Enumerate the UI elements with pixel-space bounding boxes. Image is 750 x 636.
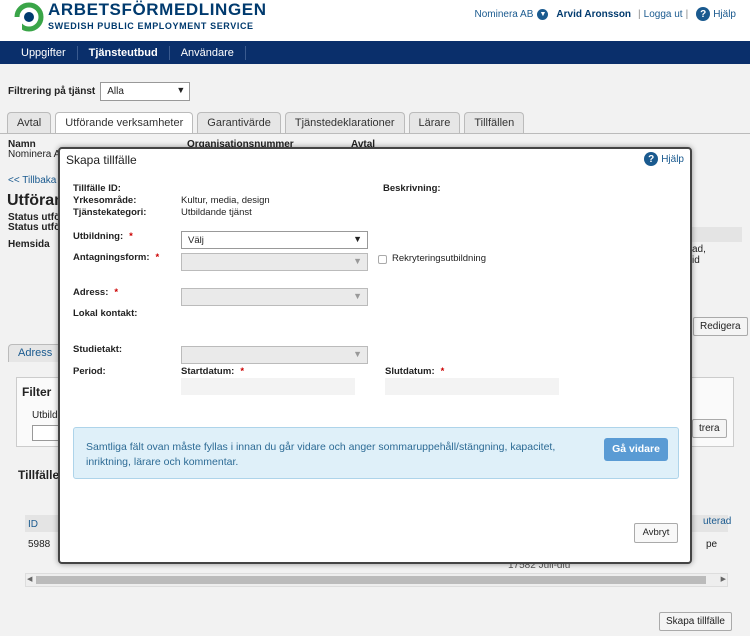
required-marker: * (155, 252, 160, 263)
dropdown-arrow-icon: ▼ (353, 234, 362, 244)
tjanstekategori-value: Utbildande tjänst (181, 207, 252, 218)
tillfalle-id-label: Tillfälle ID: (73, 183, 121, 194)
required-marker: * (240, 366, 245, 377)
antagningsform-select[interactable]: ▼ (181, 253, 368, 271)
dialog-title: Skapa tillfälle (66, 153, 137, 167)
dropdown-arrow-icon: ▼ (353, 256, 362, 266)
required-marker: * (129, 231, 133, 242)
studietakt-label: Studietakt: (73, 344, 123, 355)
dropdown-arrow-icon: ▼ (353, 291, 362, 301)
rekrytering-checkbox[interactable] (378, 255, 387, 264)
cancel-button[interactable]: Avbryt (634, 523, 678, 543)
yrkesomrade-value: Kultur, media, design (181, 195, 270, 206)
slutdatum-input[interactable] (385, 378, 559, 395)
help-icon[interactable]: ? (644, 152, 659, 166)
slutdatum-label: Slutdatum: * (385, 366, 445, 377)
tjanstekategori-label: Tjänstekategori: (73, 207, 147, 218)
startdatum-label: Startdatum: * (181, 366, 245, 377)
antagningsform-label: Antagningsform: * (73, 252, 160, 263)
required-marker: * (440, 366, 445, 377)
rekrytering-label: Rekryteringsutbildning (392, 253, 486, 264)
dropdown-arrow-icon: ▼ (353, 349, 362, 359)
period-label: Period: (73, 366, 106, 377)
dialog-help[interactable]: ? Hjälp (639, 152, 684, 166)
yrkesomrade-label: Yrkesområde: (73, 195, 137, 206)
info-message: Samtliga fält ovan måste fyllas i innan … (73, 427, 679, 479)
utbildning-select[interactable]: Välj ▼ (181, 231, 368, 249)
startdatum-input[interactable] (181, 378, 355, 395)
utbildning-label: Utbildning: * (73, 231, 133, 242)
create-occasion-dialog: Skapa tillfälle ? Hjälp Tillfälle ID: Yr… (58, 147, 692, 564)
lokal-kontakt-label: Lokal kontakt: (73, 308, 138, 319)
required-marker: * (114, 287, 119, 298)
beskrivning-label: Beskrivning: (383, 183, 441, 194)
studietakt-select[interactable]: ▼ (181, 346, 368, 364)
info-text: Samtliga fält ovan måste fyllas i innan … (86, 441, 556, 468)
dialog-help-link[interactable]: Hjälp (661, 154, 684, 165)
adress-label: Adress: * (73, 287, 119, 298)
continue-button[interactable]: Gå vidare (604, 438, 668, 461)
adress-select[interactable]: ▼ (181, 288, 368, 306)
